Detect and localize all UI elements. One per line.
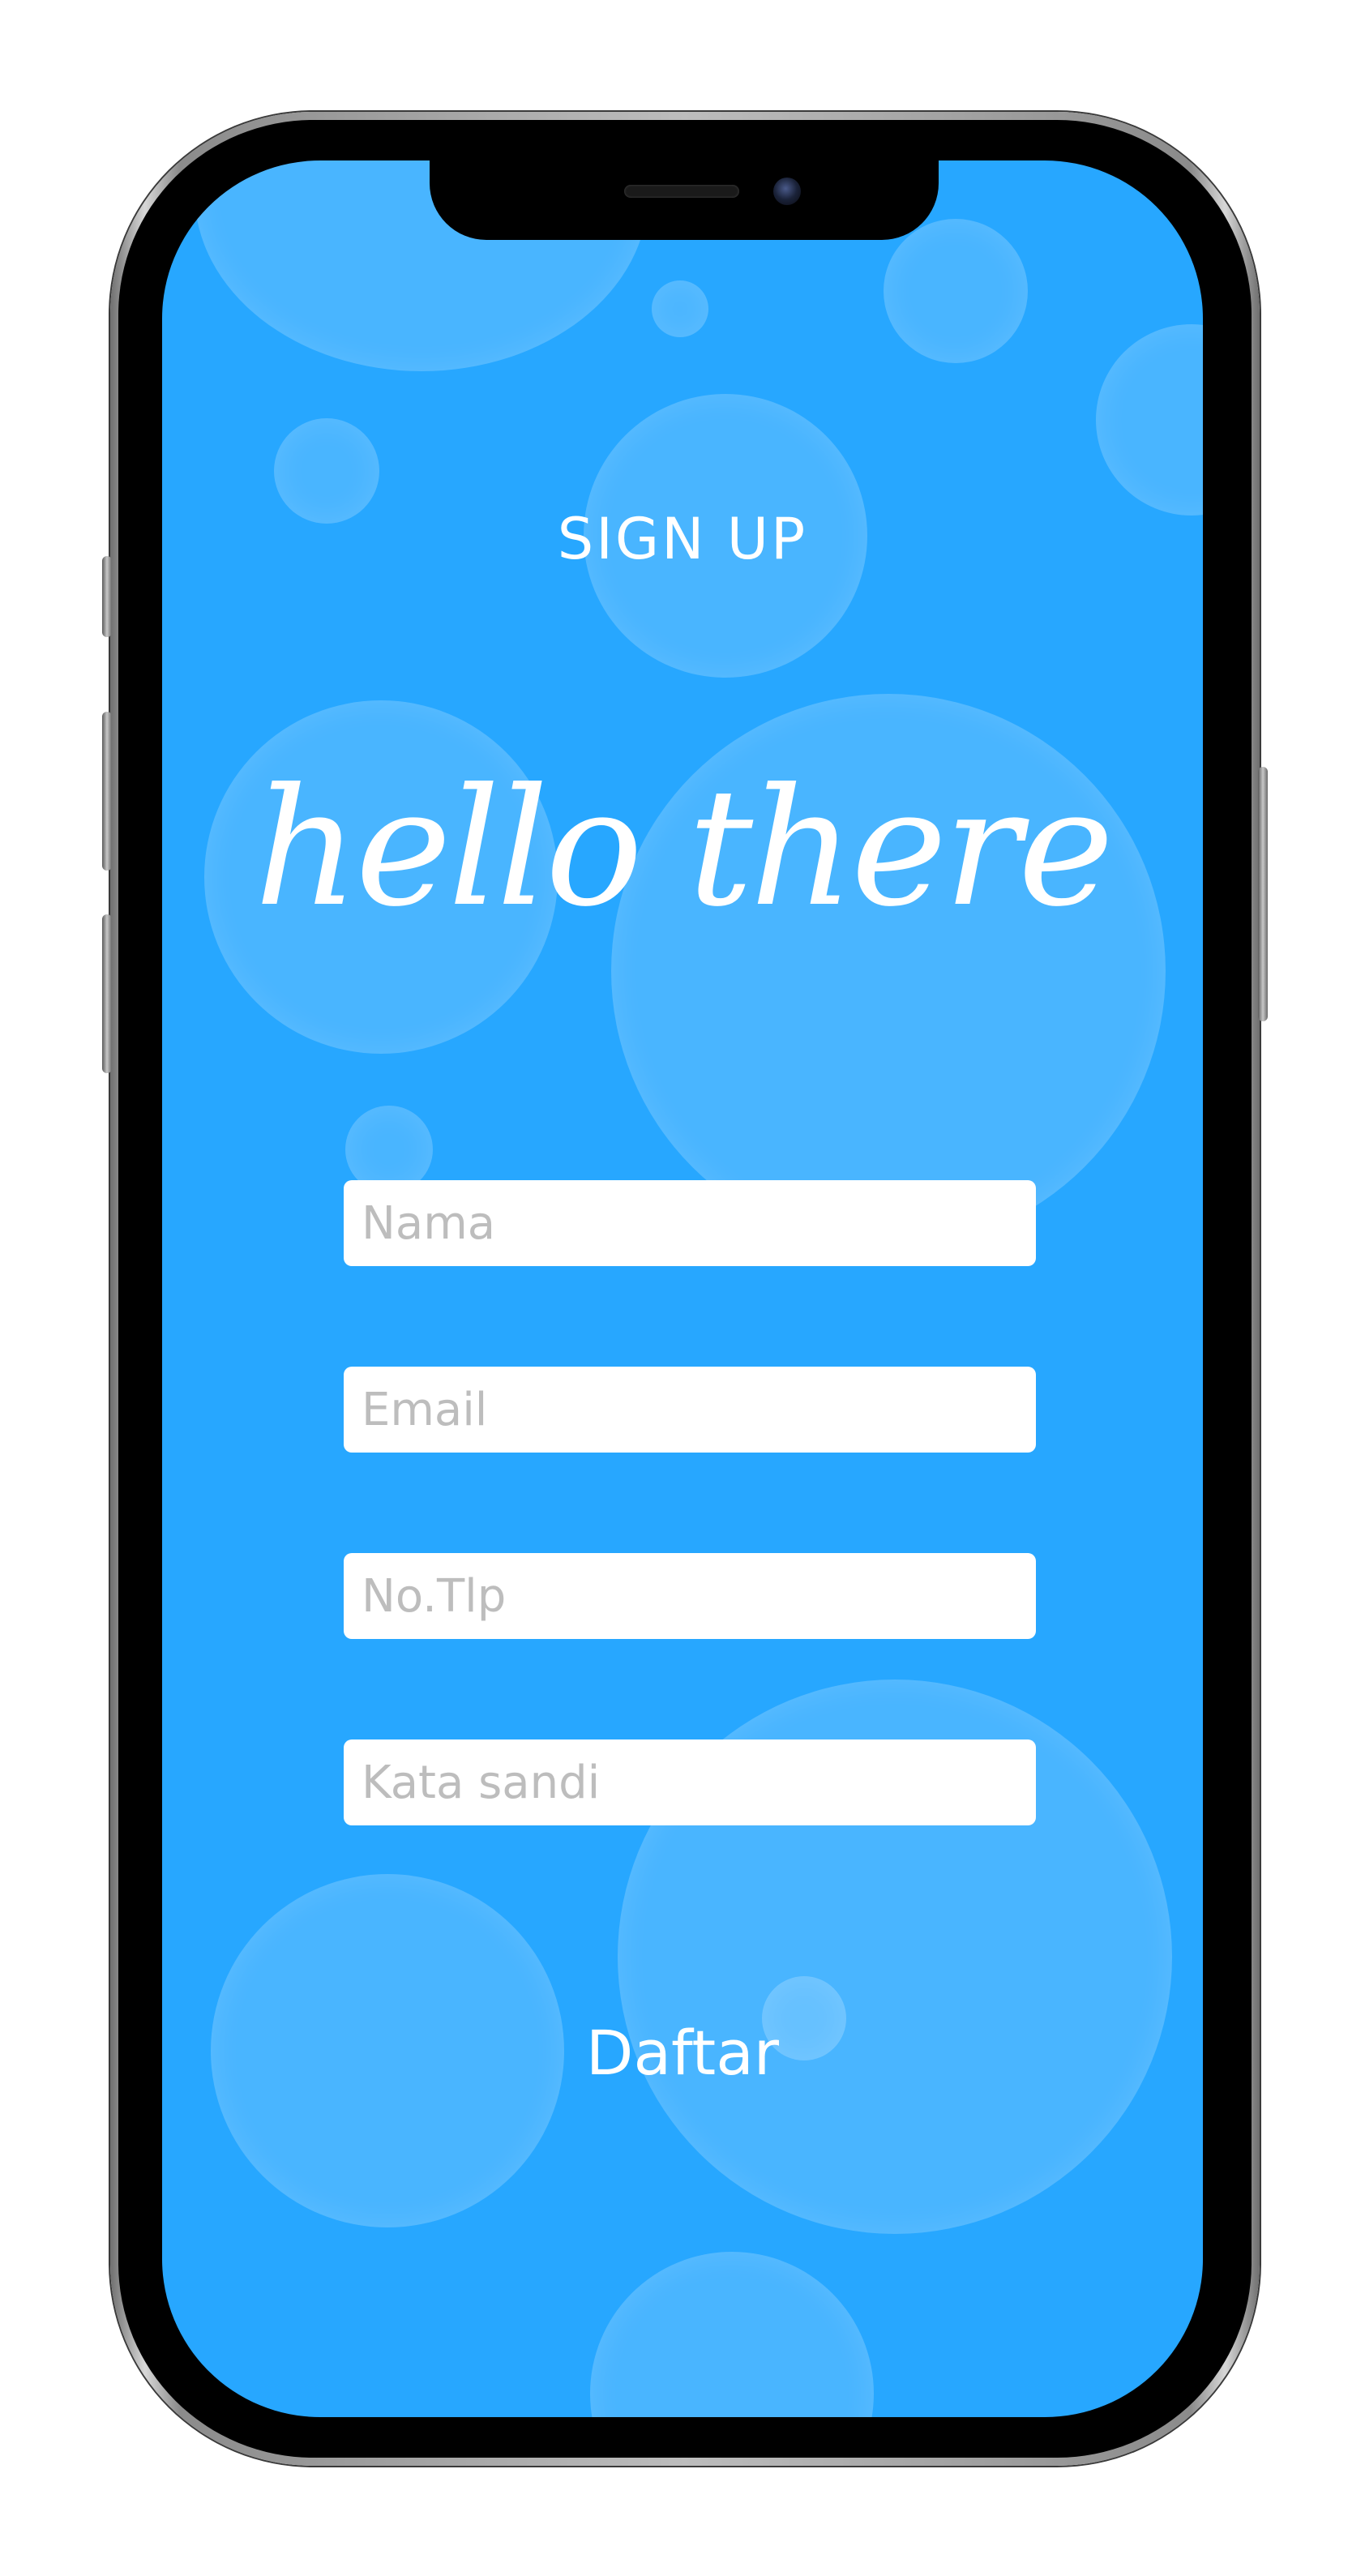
name-placeholder: Nama — [362, 1196, 496, 1250]
name-field[interactable]: Nama — [344, 1180, 1036, 1266]
background-bubble — [590, 2252, 874, 2417]
volume-down-button — [102, 914, 112, 1073]
phone-notch — [430, 160, 939, 240]
speaker-grille — [624, 185, 739, 198]
background-bubble — [652, 280, 708, 337]
greeting-heading: hello there — [254, 754, 1115, 943]
phone-field[interactable]: No.Tlp — [344, 1553, 1036, 1639]
background-bubble — [884, 219, 1028, 363]
password-field[interactable]: Kata sandi — [344, 1739, 1036, 1825]
email-placeholder: Email — [362, 1383, 488, 1436]
phone-placeholder: No.Tlp — [362, 1569, 507, 1623]
front-camera — [773, 178, 801, 205]
page-title: SIGN UP — [557, 506, 808, 572]
power-button — [1258, 767, 1268, 1021]
email-field[interactable]: Email — [344, 1367, 1036, 1453]
action-button — [102, 556, 112, 637]
background-bubble — [1096, 324, 1203, 516]
volume-up-button — [102, 712, 112, 871]
password-placeholder: Kata sandi — [362, 1756, 601, 1809]
register-button[interactable]: Daftar — [162, 2017, 1203, 2089]
